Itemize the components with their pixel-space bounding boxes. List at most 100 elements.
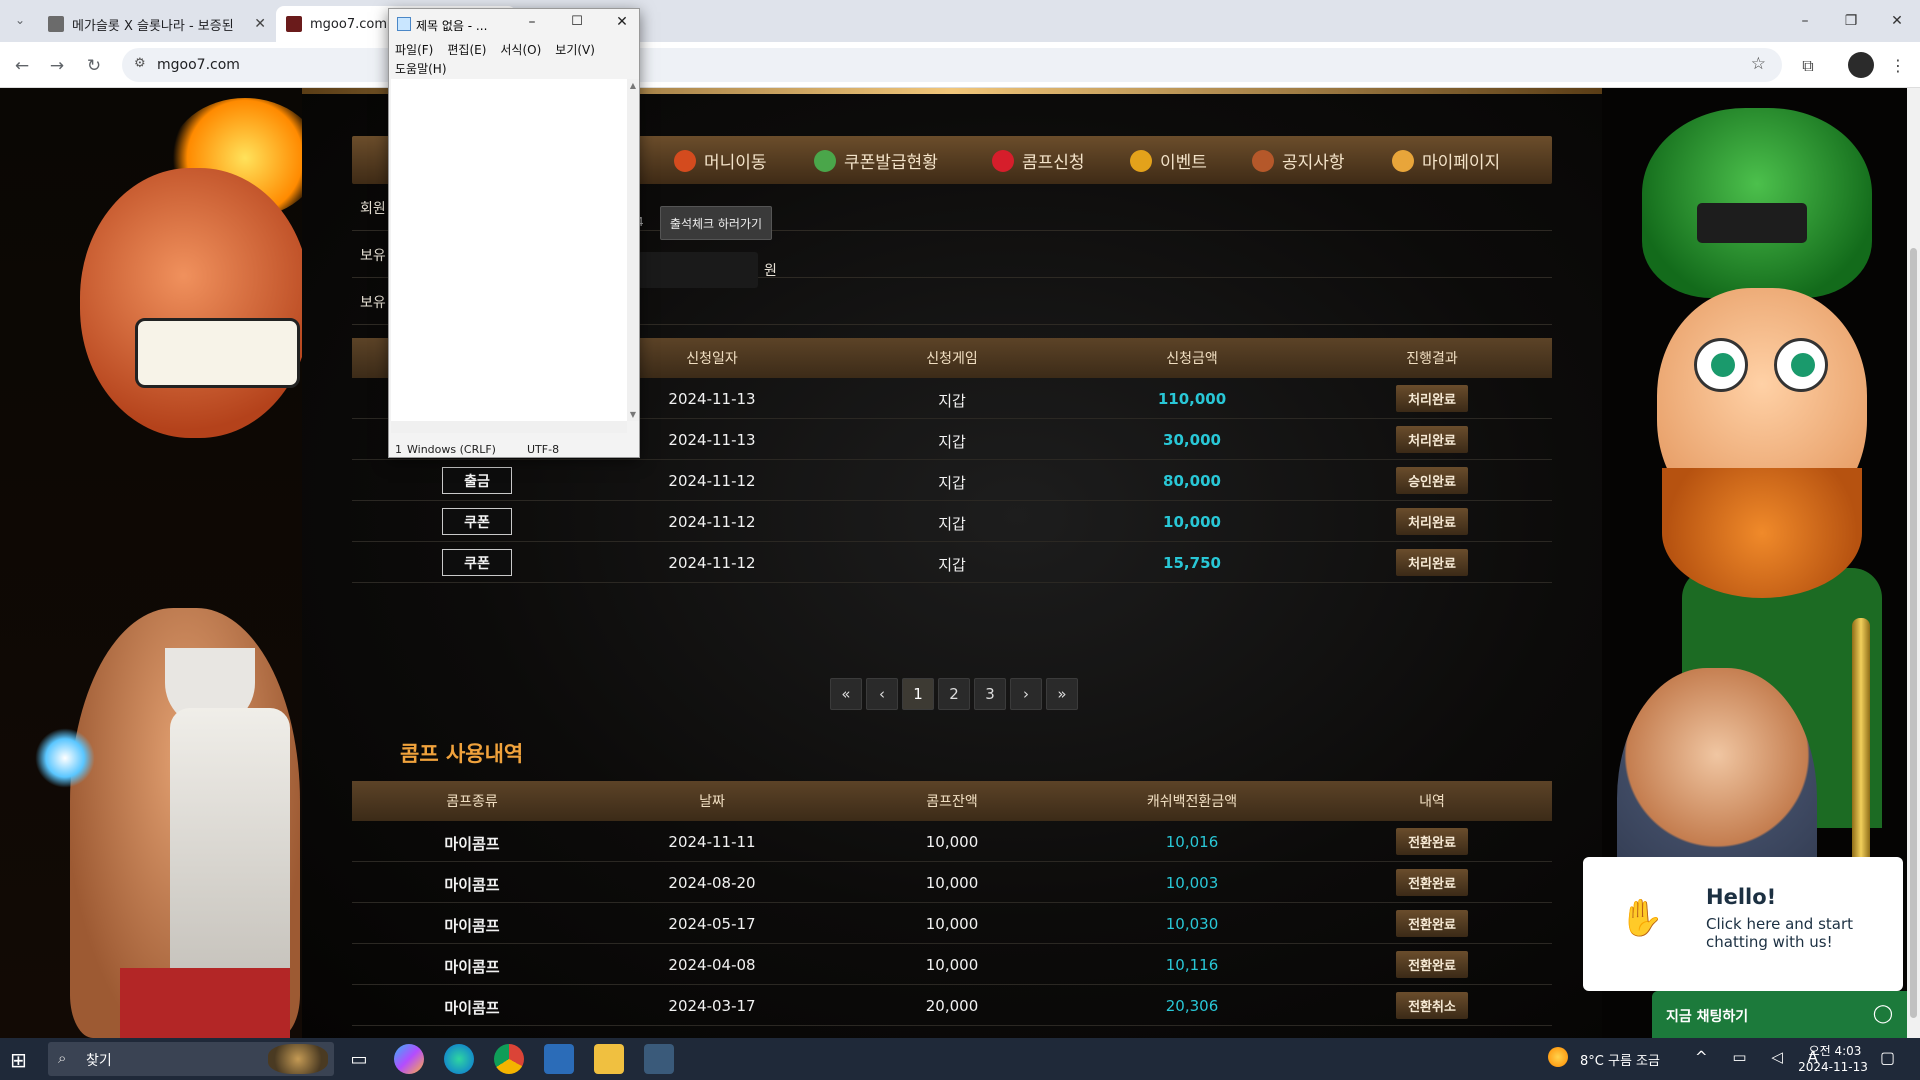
scroll-down-icon[interactable]: ▼	[628, 410, 638, 419]
cashback-cell: 10,116	[1165, 956, 1219, 974]
nav-mypage[interactable]: 마이페이지	[1392, 148, 1500, 173]
close-tab-icon[interactable]: ✕	[254, 16, 266, 32]
comp-table-row: 마이콤프 2024-08-20 10,000 10,003 전환완료	[352, 862, 1552, 903]
nav-comp-request[interactable]: 콤프신청	[992, 148, 1085, 173]
notification-icon[interactable]: ▢	[1880, 1048, 1895, 1067]
scrollbar-thumb[interactable]	[1910, 248, 1917, 1018]
page-scrollbar[interactable]	[1907, 88, 1920, 1038]
last-page-button[interactable]: »	[1046, 678, 1078, 710]
nav-notice[interactable]: 공지사항	[1252, 148, 1345, 173]
comp-balance-cell: 10,000	[925, 956, 979, 974]
scroll-up-icon[interactable]: ▲	[628, 81, 638, 90]
col-cashback: 캐쉬백전환금액	[1146, 794, 1238, 810]
nav-label: 머니이동	[704, 153, 767, 173]
result-badge: 처리완료	[1396, 426, 1468, 453]
nav-coupon-status[interactable]: 쿠폰발급현황	[814, 148, 938, 173]
notepad-text-area[interactable]	[391, 79, 627, 421]
col-amount: 신청금액	[1166, 351, 1218, 367]
windows-start-icon[interactable]: ⊞	[10, 1048, 27, 1072]
page-1-button[interactable]: 1	[902, 678, 934, 710]
chat-popup[interactable]: ✋ Hello! Click here and start chatting w…	[1583, 857, 1903, 991]
pagination: « ‹ 1 2 3 › »	[830, 678, 1078, 710]
tab-megaslot[interactable]: 메가슬롯 X 슬롯나라 - 보증된 ✕	[38, 6, 276, 42]
page-2-button[interactable]: 2	[938, 678, 970, 710]
search-label: 찾기	[86, 1053, 112, 1069]
page-3-button[interactable]: 3	[974, 678, 1006, 710]
notepad-icon	[397, 17, 411, 31]
notepad-taskbar-icon[interactable]	[644, 1044, 674, 1074]
game-cell: 지갑	[938, 474, 966, 492]
menu-view[interactable]: 보기(V)	[555, 43, 595, 57]
next-page-button[interactable]: ›	[1010, 678, 1042, 710]
task-view-icon[interactable]: ▭	[344, 1044, 374, 1074]
notepad-horizontal-scrollbar[interactable]	[391, 421, 627, 433]
url-text: mgoo7.com	[157, 57, 240, 73]
menu-edit[interactable]: 편집(E)	[447, 43, 486, 57]
result-badge: 승인완료	[1396, 467, 1468, 494]
comp-section-title: 콤프 사용내역	[400, 742, 524, 766]
edge-icon[interactable]	[444, 1044, 474, 1074]
back-icon[interactable]: ←	[10, 54, 34, 78]
chrome-icon[interactable]	[494, 1044, 524, 1074]
tab-search-button[interactable]: ⌄	[8, 8, 32, 32]
menu-file[interactable]: 파일(F)	[395, 43, 433, 57]
clock-time[interactable]: 오전 4:03	[1800, 1042, 1870, 1059]
reload-icon[interactable]: ↻	[82, 54, 106, 78]
prev-page-button[interactable]: ‹	[866, 678, 898, 710]
cashback-cell: 10,030	[1165, 915, 1219, 933]
file-explorer-icon[interactable]	[594, 1044, 624, 1074]
chevron-up-icon[interactable]: ^	[1695, 1048, 1718, 1066]
date-cell: 2024-04-08	[668, 956, 756, 974]
menu-format[interactable]: 서식(O)	[500, 43, 541, 57]
weather-text[interactable]: 8°C 구름 조금	[1580, 1050, 1660, 1069]
forward-icon[interactable]: →	[45, 54, 69, 78]
status-position: 1	[395, 443, 402, 456]
cashback-cell: 10,003	[1165, 874, 1219, 892]
comp-table-row: 마이콤프 2024-11-11 10,000 10,016 전환완료	[352, 821, 1552, 862]
profile-avatar[interactable]	[1848, 52, 1874, 78]
type-badge: 쿠폰	[442, 508, 512, 535]
extensions-icon[interactable]: ⧉	[1796, 54, 1820, 78]
browser-menu-icon[interactable]: ⋮	[1886, 54, 1910, 78]
comp-balance-cell: 10,000	[925, 874, 979, 892]
copilot-icon[interactable]	[394, 1044, 424, 1074]
chat-greeting: Hello!	[1706, 885, 1777, 909]
notice-icon	[1252, 149, 1274, 172]
brute-face-art	[80, 168, 302, 438]
tab-title: 메가슬롯 X 슬롯나라 - 보증된	[72, 18, 234, 34]
notepad-vertical-scrollbar[interactable]: ▲ ▼	[627, 79, 639, 421]
left-eye-art	[1694, 338, 1748, 392]
store-icon[interactable]	[544, 1044, 574, 1074]
nav-label: 콤프신청	[1022, 153, 1085, 173]
browser-tab-bar: ⌄ 메가슬롯 X 슬롯나라 - 보증된 ✕ mgoo7.com – ❐ ✕	[0, 0, 1920, 42]
nav-money-transfer[interactable]: 머니이동	[674, 148, 767, 173]
bookmark-star-icon[interactable]: ☆	[1751, 54, 1766, 74]
amount-cell: 15,750	[1163, 554, 1221, 572]
comp-kind-cell: 마이콤프	[444, 835, 500, 853]
maximize-icon[interactable]: ☐	[562, 14, 592, 34]
history-table-row: 쿠폰 2024-11-12 지갑 10,000 처리완료	[352, 501, 1552, 542]
menu-help[interactable]: 도움말(H)	[395, 62, 447, 76]
clock-date[interactable]: 2024-11-13	[1793, 1060, 1873, 1074]
money-icon	[674, 149, 696, 172]
restore-icon[interactable]: ❐	[1828, 0, 1874, 42]
minimize-icon[interactable]: –	[1782, 0, 1828, 42]
volume-icon[interactable]: ◁	[1771, 1048, 1793, 1066]
date-cell: 2024-11-12	[668, 554, 756, 572]
cashback-cell: 10,016	[1165, 833, 1219, 851]
notepad-window[interactable]: 제목 없음 - ... – ☐ ✕ 파일(F) 편집(E) 서식(O) 보기(V) 도…	[388, 8, 640, 458]
first-page-button[interactable]: «	[830, 678, 862, 710]
holdings-label: 보유	[360, 248, 386, 264]
date-cell: 2024-11-13	[668, 431, 756, 449]
notepad-title-bar[interactable]: 제목 없음 - ... – ☐ ✕	[389, 9, 639, 39]
nav-event[interactable]: 이벤트	[1130, 148, 1207, 173]
minimize-icon[interactable]: –	[517, 14, 547, 34]
close-icon[interactable]: ✕	[1874, 0, 1920, 42]
comp-balance-cell: 10,000	[925, 833, 979, 851]
url-field[interactable]: ⚙ mgoo7.com ☆	[122, 48, 1782, 82]
site-info-icon[interactable]: ⚙	[134, 56, 146, 71]
close-icon[interactable]: ✕	[607, 14, 637, 34]
taskbar-search[interactable]: ⌕ 찾기	[48, 1042, 334, 1076]
chat-launcher-bar[interactable]: 지금 채팅하기 ◯	[1652, 991, 1907, 1038]
network-icon[interactable]: ▭	[1732, 1048, 1756, 1066]
